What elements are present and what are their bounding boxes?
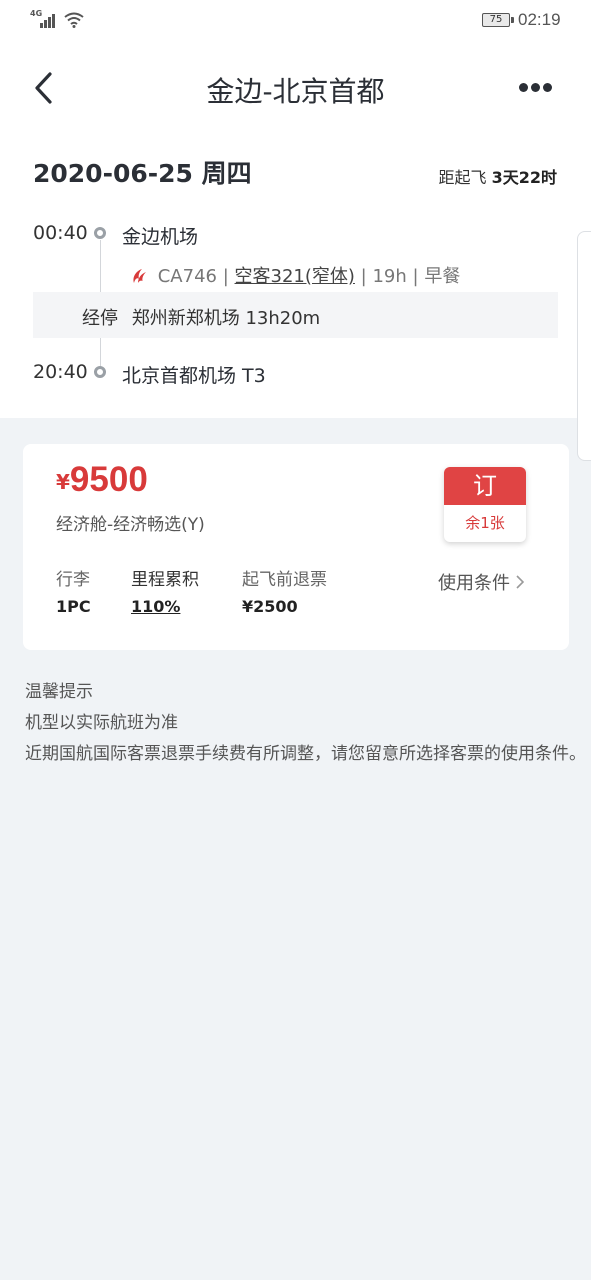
air-china-logo-icon: [133, 269, 146, 283]
book-button[interactable]: 订 余1张: [444, 467, 526, 542]
status-time: 02:19: [518, 10, 561, 29]
flight-number: CA746: [157, 266, 217, 287]
flight-info: CA746 | 空客321(窄体) | 19h | 早餐: [130, 262, 460, 288]
refund-label: 起飞前退票: [242, 570, 327, 590]
more-button[interactable]: [515, 76, 555, 100]
usage-rules-link[interactable]: 使用条件: [438, 569, 524, 595]
currency-symbol: ¥: [56, 470, 70, 494]
arrival-time: 20:40: [33, 361, 88, 383]
arrival-dot-icon: [94, 366, 106, 378]
flight-duration: 19h: [372, 266, 407, 287]
header-section: [0, 0, 591, 418]
book-label: 订: [444, 467, 526, 505]
stopover-label: 经停: [82, 308, 118, 329]
status-bar: 4G 75 02:19: [0, 0, 591, 40]
countdown-label: 距起飞: [438, 168, 487, 187]
tip-line: 机型以实际航班为准: [25, 713, 178, 733]
cellular-signal-icon: 4G: [30, 10, 60, 30]
tip-line: 近期国航国际客票退票手续费有所调整，请您留意所选择客票的使用条件。: [25, 744, 586, 764]
departure-airport: 金边机场: [122, 226, 199, 248]
usage-rules-label: 使用条件: [438, 573, 510, 594]
remaining-seats: 余1张: [465, 514, 505, 532]
arrival-airport: 北京首都机场 T3: [122, 365, 266, 387]
mileage-value-link[interactable]: 110%: [131, 597, 180, 616]
aircraft-type-link[interactable]: 空客321(窄体): [235, 266, 355, 287]
battery-icon: 75: [482, 13, 514, 27]
flight-date: 2020-06-25 周四: [33, 159, 252, 188]
fare-card: ¥9500 经济舱-经济畅选(Y) 订 余1张 行李 1PC 里程累积 110%…: [23, 444, 569, 650]
chevron-right-icon: [516, 575, 524, 589]
tips-title: 温馨提示: [25, 682, 93, 702]
countdown-value: 3天22时: [491, 168, 557, 187]
price-value: 9500: [69, 460, 148, 499]
baggage-value: 1PC: [56, 597, 91, 616]
cabin-class: 经济舱-经济畅选(Y): [56, 515, 205, 535]
stopover-airport: 郑州新郑机场: [131, 308, 240, 329]
mileage-label: 里程累积: [131, 570, 199, 590]
departure-countdown: 距起飞 3天22时: [438, 164, 557, 188]
side-drawer-handle[interactable]: [577, 231, 591, 461]
baggage-label: 行李: [56, 570, 90, 590]
stopover-duration: 13h20m: [245, 308, 321, 329]
stopover-row: 经停 郑州新郑机场 13h20m: [33, 292, 558, 338]
departure-dot-icon: [94, 227, 106, 239]
network-type: 4G: [30, 9, 43, 18]
tips-section: 温馨提示 机型以实际航班为准 近期国航国际客票退票手续费有所调整，请您留意所选择…: [25, 677, 590, 770]
meal-info: 早餐: [424, 266, 461, 287]
departure-time: 00:40: [33, 222, 88, 244]
page-title: 金边-北京首都: [206, 75, 385, 108]
refund-value: ¥2500: [242, 597, 298, 616]
wifi-icon: [64, 12, 84, 28]
fare-price: ¥9500: [56, 460, 148, 500]
